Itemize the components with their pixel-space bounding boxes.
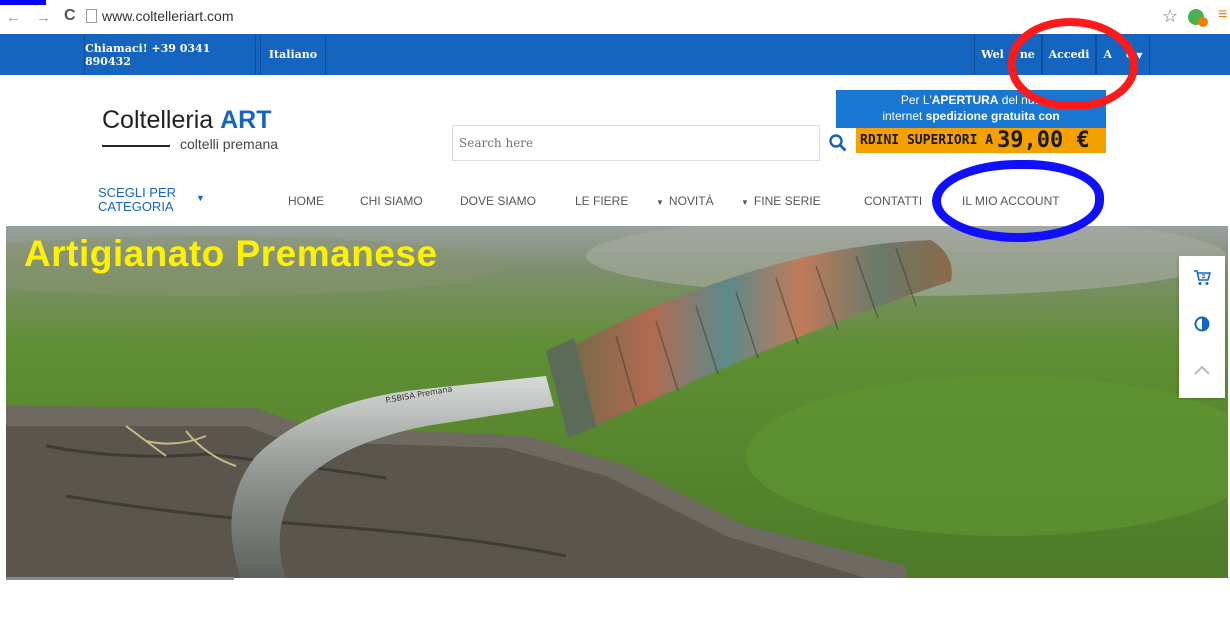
promo-threshold: RDINI SUPERIORI A 39,00 €	[856, 128, 1106, 153]
caret-down-icon: ▼	[656, 198, 664, 207]
cart-button[interactable]	[1179, 256, 1225, 300]
hero-title: Artigianato Premanese	[24, 233, 438, 274]
search-input[interactable]	[453, 126, 819, 160]
annotation-red-circle	[1008, 18, 1138, 110]
contrast-button[interactable]	[1179, 302, 1225, 346]
search-container	[452, 125, 820, 161]
phone-link[interactable]: Chiamaci! +39 0341 890432	[84, 34, 256, 75]
language-selector[interactable]: Italiano	[260, 34, 326, 75]
logo-brand: ART	[220, 106, 272, 134]
promo-line-2: internet spedizione gratuita con	[882, 109, 1060, 123]
caret-down-icon: ▼	[1136, 49, 1143, 60]
nav-item-contatti[interactable]: CONTATTI	[864, 194, 922, 208]
back-icon[interactable]: ←	[6, 9, 21, 26]
logo-subtitle: coltelli premana	[180, 136, 279, 152]
annotation-blue-circle	[932, 160, 1104, 242]
scroll-top-icon	[1194, 365, 1210, 375]
reload-icon[interactable]: C	[64, 7, 76, 25]
corner-mark	[0, 0, 46, 5]
nav-item-chi-siamo[interactable]: CHI SIAMO	[360, 194, 423, 208]
menu-icon[interactable]: ≡	[1218, 6, 1227, 24]
extension-badge	[1198, 17, 1208, 27]
nav-item-novita[interactable]: ▼ NOVITÀ	[656, 194, 714, 208]
contrast-icon	[1194, 316, 1210, 332]
hero-image: P.SBISA Premana	[6, 226, 1228, 578]
nav-item-home[interactable]: HOME	[288, 194, 324, 208]
star-icon[interactable]: ☆	[1162, 6, 1178, 27]
nav-item-le-fiere[interactable]: LE FIERE	[575, 194, 628, 208]
page-icon	[86, 9, 97, 23]
caret-down-icon: ▼	[741, 198, 749, 207]
scroll-top-button[interactable]	[1179, 348, 1225, 392]
site-logo[interactable]: Coltelleria ART	[102, 106, 272, 135]
nav-item-dove-siamo[interactable]: DOVE SIAMO	[460, 194, 536, 208]
logo-text: Coltelleria	[102, 106, 214, 134]
forward-icon[interactable]: →	[36, 9, 51, 26]
address-bar[interactable]: www.coltelleriart.com	[102, 8, 233, 24]
hero-slider[interactable]: P.SBISA Premana	[6, 226, 1228, 578]
cart-icon	[1194, 270, 1211, 285]
welcome-label: Wel	[981, 48, 1004, 61]
side-toolbar	[1179, 256, 1225, 398]
slider-progress	[6, 577, 234, 580]
nav-item-fine-serie[interactable]: ▼ FINE SERIE	[741, 194, 821, 208]
logo-rule	[102, 145, 170, 147]
